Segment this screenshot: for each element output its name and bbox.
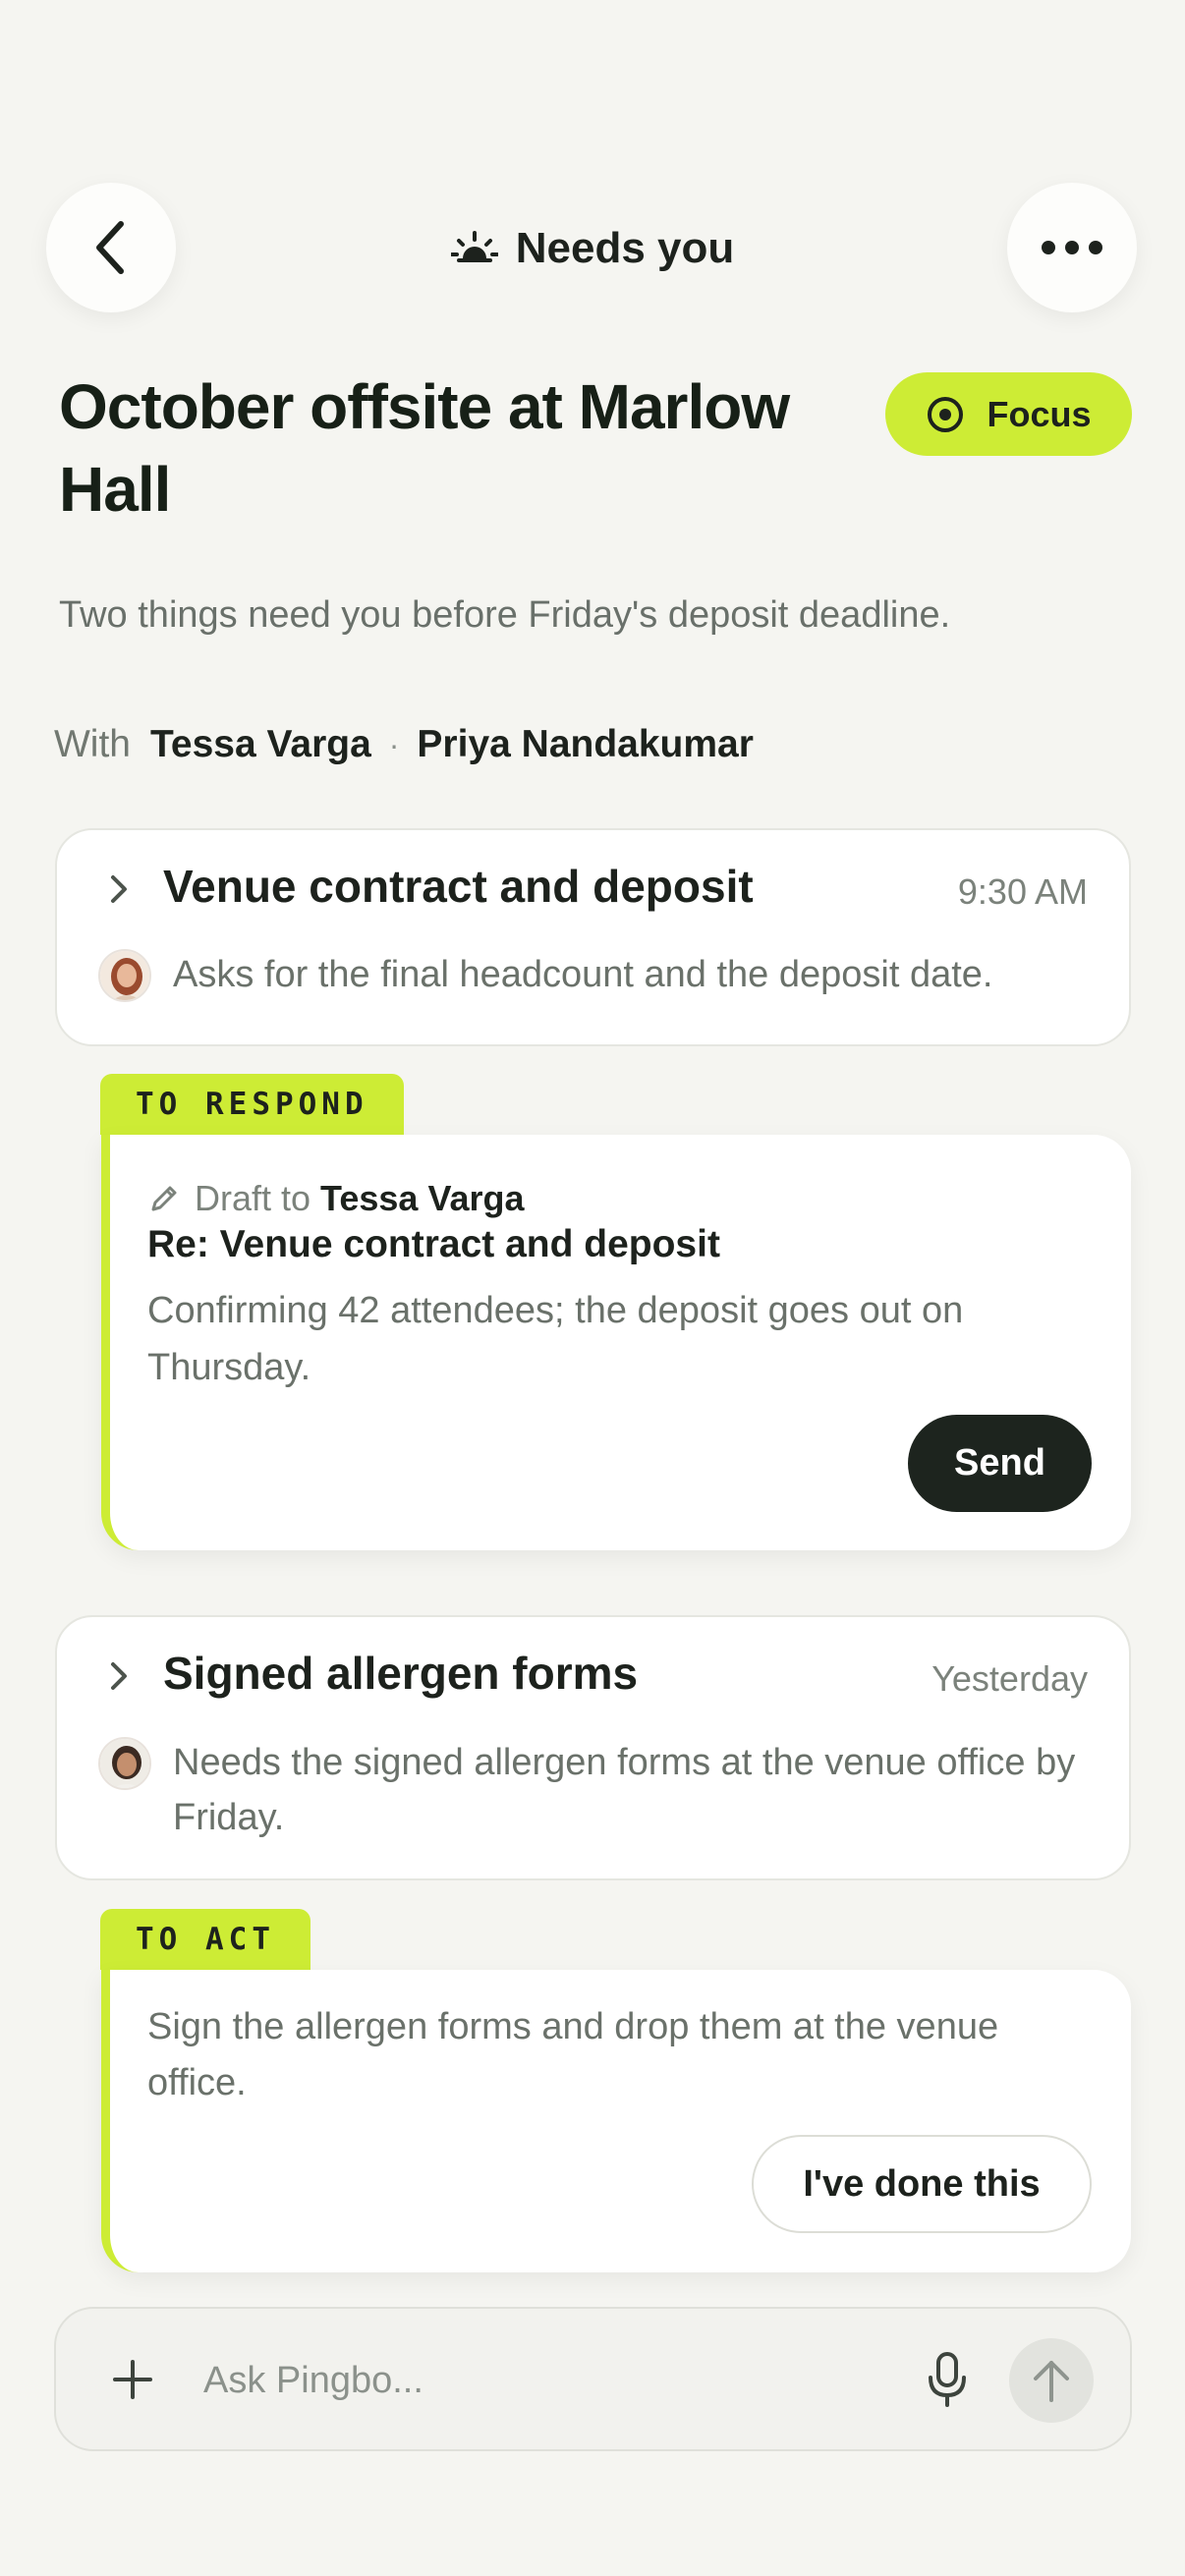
more-horizontal-icon <box>1042 241 1102 254</box>
screen: Needs you October offsite at Marlow Hall… <box>0 0 1185 2576</box>
focus-button[interactable]: Focus <box>885 372 1132 456</box>
thread-card-allergen-forms[interactable]: Signed allergen forms Yesterday Needs th… <box>55 1615 1131 1880</box>
thread-time: 9:30 AM <box>957 871 1088 912</box>
ask-input[interactable] <box>203 2348 891 2413</box>
focus-label: Focus <box>987 393 1092 434</box>
chevron-right-icon <box>111 1662 127 1690</box>
thread-summary: Asks for the final headcount and the dep… <box>173 954 993 995</box>
header-title: Needs you <box>515 224 735 272</box>
target-icon <box>928 396 964 432</box>
task-card[interactable]: Sign the allergen forms and drop them at… <box>101 1970 1131 2272</box>
separator: · <box>388 726 400 762</box>
thread-title: Signed allergen forms <box>163 1648 639 1699</box>
draft-header: Draft to Tessa Varga <box>147 1172 525 1225</box>
thread-card-venue-contract[interactable]: Venue contract and deposit 9:30 AM Asks … <box>55 828 1131 1046</box>
arrow-up-icon <box>1034 2361 1069 2402</box>
microphone-icon[interactable] <box>921 2348 974 2413</box>
status-tag-to-respond: TO RESPOND <box>100 1074 404 1135</box>
sun-icon <box>450 231 498 262</box>
avatar <box>98 949 151 1002</box>
draft-subject: Re: Venue contract and deposit <box>147 1223 720 1265</box>
avatar <box>98 1737 151 1790</box>
with-label: With <box>54 723 131 765</box>
draft-recipient: Tessa Varga <box>320 1178 525 1218</box>
participants-row: With Tessa Varga · Priya Nandakumar <box>54 717 754 772</box>
draft-body[interactable]: Confirming 42 attendees; the deposit goe… <box>147 1282 1032 1396</box>
composer <box>54 2307 1132 2451</box>
plus-icon[interactable] <box>107 2354 158 2405</box>
more-button[interactable] <box>1007 183 1137 312</box>
thread-time: Yesterday <box>931 1658 1088 1699</box>
pencil-icon <box>151 1186 177 1211</box>
thread-subtitle: Two things need you before Friday's depo… <box>59 594 951 636</box>
send-message-button[interactable] <box>1009 2338 1094 2423</box>
participant-name[interactable]: Tessa Varga <box>150 723 371 766</box>
thread-title: Venue contract and deposit <box>163 861 754 912</box>
draft-card[interactable]: Draft to Tessa Varga Re: Venue contract … <box>101 1135 1131 1550</box>
send-button[interactable]: Send <box>908 1415 1092 1512</box>
done-button[interactable]: I've done this <box>752 2135 1092 2233</box>
page-title: October offsite at Marlow Hall <box>59 371 790 525</box>
participant-name[interactable]: Priya Nandakumar <box>417 723 754 766</box>
status-tag-to-act: TO ACT <box>100 1909 310 1970</box>
thread-summary: Needs the signed allergen forms at the v… <box>173 1742 1076 1838</box>
chevron-right-icon <box>111 875 127 903</box>
draft-label: Draft to <box>195 1178 311 1218</box>
task-text: Sign the allergen forms and drop them at… <box>147 2006 999 2103</box>
